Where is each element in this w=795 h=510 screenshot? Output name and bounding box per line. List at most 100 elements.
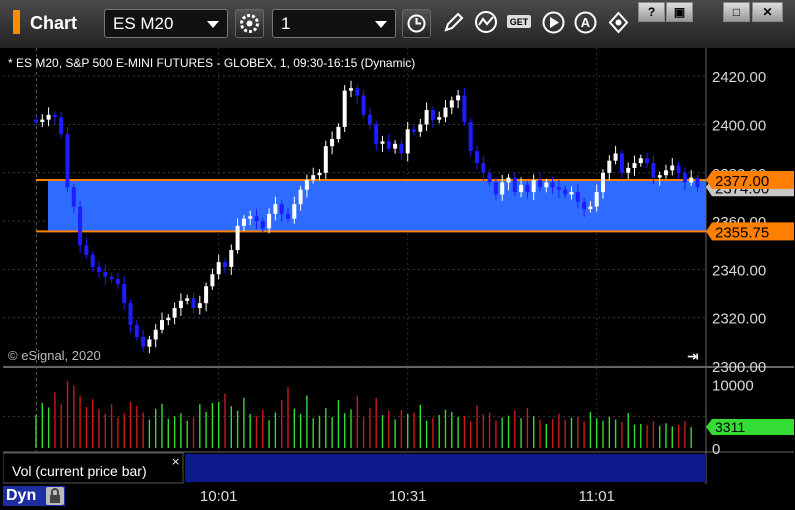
- restore-icon[interactable]: ▣: [666, 2, 693, 22]
- price-tick-label: 2340.00: [712, 262, 766, 279]
- candle-body: [443, 107, 448, 118]
- candle-body: [386, 141, 391, 149]
- candle-body: [304, 180, 309, 190]
- candle-body: [191, 298, 196, 309]
- candle-body: [223, 262, 227, 267]
- candle-body: [103, 271, 108, 277]
- candle-body: [588, 206, 593, 209]
- candle-body: [40, 119, 45, 123]
- price-tick-label: 2320.00: [712, 311, 766, 328]
- chart-background: [3, 48, 794, 484]
- candle-body: [46, 114, 51, 120]
- copyright-label: © eSignal, 2020: [8, 348, 101, 363]
- chart-panel[interactable]: 2420.002400.002380.002360.002340.002320.…: [3, 48, 794, 484]
- candle-body: [487, 172, 492, 183]
- candle-body: [292, 204, 297, 219]
- volume-current-label: 3311: [715, 419, 745, 435]
- candle-body: [122, 283, 127, 304]
- candle-body: [462, 95, 467, 123]
- candle-body: [204, 286, 209, 304]
- candle-body: [241, 218, 246, 226]
- candle-body: [59, 117, 64, 135]
- price-marker-label: 2377.00: [715, 173, 769, 190]
- time-tick-label: 10:31: [388, 488, 427, 505]
- candle-body: [361, 95, 366, 115]
- candle-body: [670, 165, 675, 171]
- jump-to-end-icon[interactable]: ⇥: [687, 349, 699, 365]
- candle-body: [525, 184, 530, 193]
- candle-body: [657, 175, 662, 178]
- candle-body: [279, 204, 284, 214]
- candle-body: [147, 339, 152, 347]
- study-legend-label: Vol (current price bar): [12, 463, 147, 479]
- candle-body: [197, 303, 202, 309]
- candle-body: [317, 172, 322, 176]
- interval-value: 1: [281, 14, 291, 33]
- candle-body: [115, 279, 120, 284]
- dynamic-mode-button[interactable]: Dyn: [3, 486, 65, 506]
- study-icon[interactable]: [472, 9, 501, 38]
- study-close-icon[interactable]: ×: [171, 455, 180, 468]
- study-legend-bar: [185, 454, 706, 482]
- price-zone: [48, 180, 706, 232]
- chart-toolbar: Chart ES M20 1 GET A ? ▣ □ ✕: [0, 0, 795, 48]
- chevron-down-icon: [207, 21, 219, 28]
- candle-body: [430, 109, 435, 120]
- candle-body: [90, 254, 95, 267]
- candle-body: [52, 114, 57, 118]
- volume-tick-label: 10000: [712, 378, 754, 395]
- candle-body: [172, 308, 177, 318]
- symbol-selector[interactable]: ES M20: [104, 9, 228, 38]
- link-icon[interactable]: [604, 9, 633, 38]
- symbol-value: ES M20: [113, 14, 174, 33]
- candle-body: [109, 276, 114, 280]
- candle-body: [185, 298, 190, 301]
- candle-body: [538, 180, 542, 188]
- candle-body: [235, 225, 240, 251]
- window-grip[interactable]: [13, 10, 20, 34]
- candle-body: [336, 126, 341, 139]
- candle-body: [286, 213, 290, 219]
- maximize-icon[interactable]: □: [723, 2, 750, 22]
- settings-gear-icon[interactable]: [235, 9, 264, 38]
- candle-body: [594, 192, 599, 207]
- candle-body: [330, 138, 335, 147]
- clock-icon[interactable]: [402, 9, 431, 38]
- close-icon[interactable]: ✕: [752, 2, 783, 22]
- candle-body: [638, 158, 643, 164]
- candle-body: [475, 151, 479, 164]
- pencil-icon[interactable]: [439, 9, 468, 38]
- candle-body: [449, 100, 454, 108]
- candle-body: [613, 153, 618, 161]
- candle-body: [493, 182, 498, 195]
- svg-text:GET: GET: [510, 17, 529, 27]
- candle-body: [84, 245, 89, 255]
- candle-body: [437, 117, 442, 120]
- lock-icon[interactable]: [46, 487, 64, 505]
- candle-body: [65, 134, 70, 188]
- chart-title: * ES M20, S&P 500 E-MINI FUTURES - GLOBE…: [8, 56, 415, 70]
- candle-body: [607, 160, 612, 173]
- candle-body: [374, 124, 379, 144]
- candle-body: [619, 153, 624, 173]
- candle-body: [519, 184, 524, 193]
- alert-icon[interactable]: A: [571, 9, 600, 38]
- candle-body: [78, 206, 83, 246]
- candle-body: [418, 124, 423, 132]
- candle-body: [311, 175, 316, 181]
- candle-body: [512, 177, 517, 193]
- time-tick-label: 10:01: [199, 488, 238, 505]
- play-icon[interactable]: [539, 9, 568, 38]
- minimize-icon[interactable]: ?: [638, 2, 665, 22]
- candle-body: [141, 337, 146, 347]
- candle-body: [582, 201, 587, 209]
- candle-body: [563, 189, 568, 195]
- candle-body: [160, 320, 164, 330]
- candle-body: [134, 324, 139, 338]
- candle-body: [544, 182, 549, 188]
- price-tick-label: 2420.00: [712, 69, 766, 86]
- interval-selector[interactable]: 1: [272, 9, 396, 38]
- get-icon[interactable]: GET: [505, 9, 534, 38]
- candle-body: [468, 122, 473, 152]
- svg-text:A: A: [581, 15, 591, 30]
